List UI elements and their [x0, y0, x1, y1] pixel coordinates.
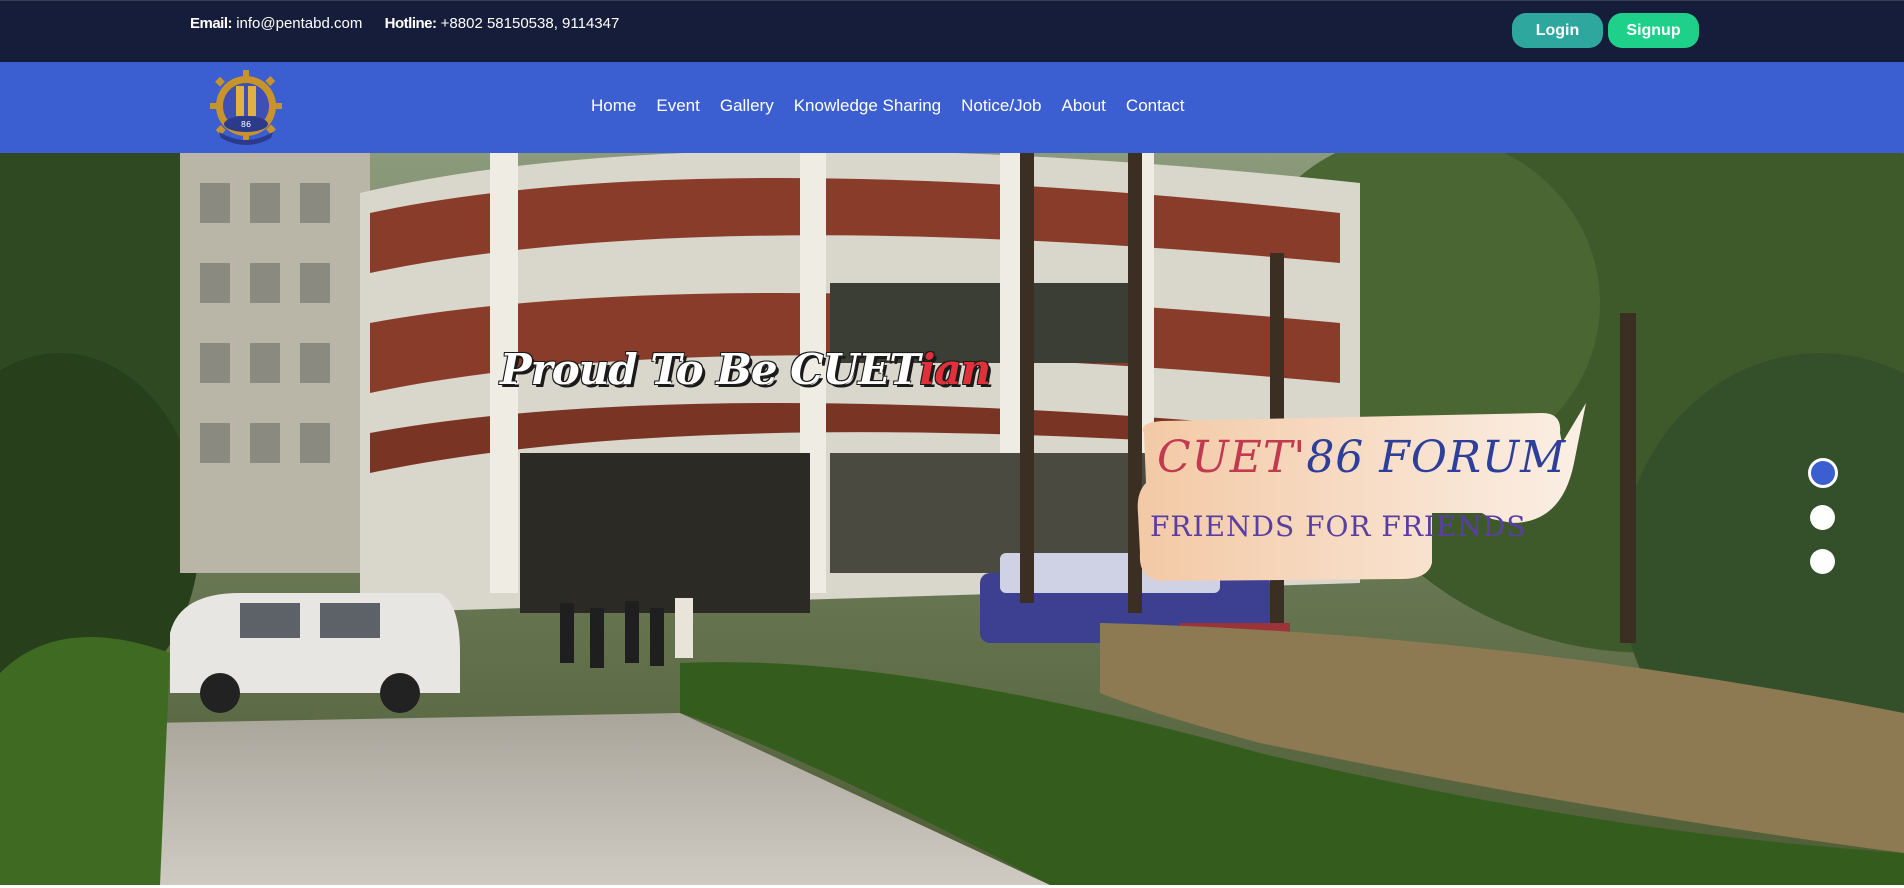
slide-dot-2[interactable]: [1810, 505, 1835, 530]
slide-dot-3[interactable]: [1810, 549, 1835, 574]
contact-info: Email: info@pentabd.com Hotline: +8802 5…: [190, 15, 619, 32]
banner-title-part-a: CUET': [1157, 432, 1307, 483]
email-label: Email:: [190, 15, 233, 32]
nav-contact[interactable]: Contact: [1126, 96, 1185, 116]
logo-number: 86: [241, 120, 251, 129]
signup-button[interactable]: Signup: [1608, 13, 1699, 48]
tagline-main: Proud To Be CUET: [500, 345, 920, 394]
nav-menu: Home Event Gallery Knowledge Sharing Not…: [591, 96, 1205, 116]
forum-logo-icon[interactable]: 86: [205, 68, 287, 150]
email-value[interactable]: info@pentabd.com: [236, 15, 362, 32]
nav-knowledge-sharing[interactable]: Knowledge Sharing: [794, 96, 941, 116]
nav-home[interactable]: Home: [591, 96, 636, 116]
top-contact-bar: Email: info@pentabd.com Hotline: +8802 5…: [0, 0, 1904, 62]
hotline-label: Hotline:: [384, 15, 437, 32]
hotline-value[interactable]: +8802 58150538, 9114347: [441, 15, 620, 32]
nav-gallery[interactable]: Gallery: [720, 96, 774, 116]
nav-about[interactable]: About: [1061, 96, 1105, 116]
banner-title: CUET'86 FORUM: [1157, 432, 1566, 483]
main-navbar: 86 Home Event Gallery Knowledge Sharing …: [0, 62, 1904, 153]
forum-banner-bubble: [1137, 403, 1586, 581]
slide-dot-1[interactable]: [1808, 458, 1838, 488]
nav-event[interactable]: Event: [656, 96, 699, 116]
banner-title-part-b: 86: [1306, 432, 1365, 483]
banner-subtitle: FRIENDS FOR FRIENDS: [1150, 510, 1527, 543]
hero-tagline: Proud To Be CUETian: [500, 345, 991, 394]
hero-slider: Proud To Be CUETian CUET'86 FORUM FRIEND…: [0, 153, 1904, 885]
nav-notice-job[interactable]: Notice/Job: [961, 96, 1041, 116]
banner-title-part-c: FORUM: [1364, 432, 1567, 483]
tagline-accent: ian: [919, 345, 991, 394]
login-button[interactable]: Login: [1512, 13, 1603, 48]
campus-photo: [0, 153, 1904, 885]
